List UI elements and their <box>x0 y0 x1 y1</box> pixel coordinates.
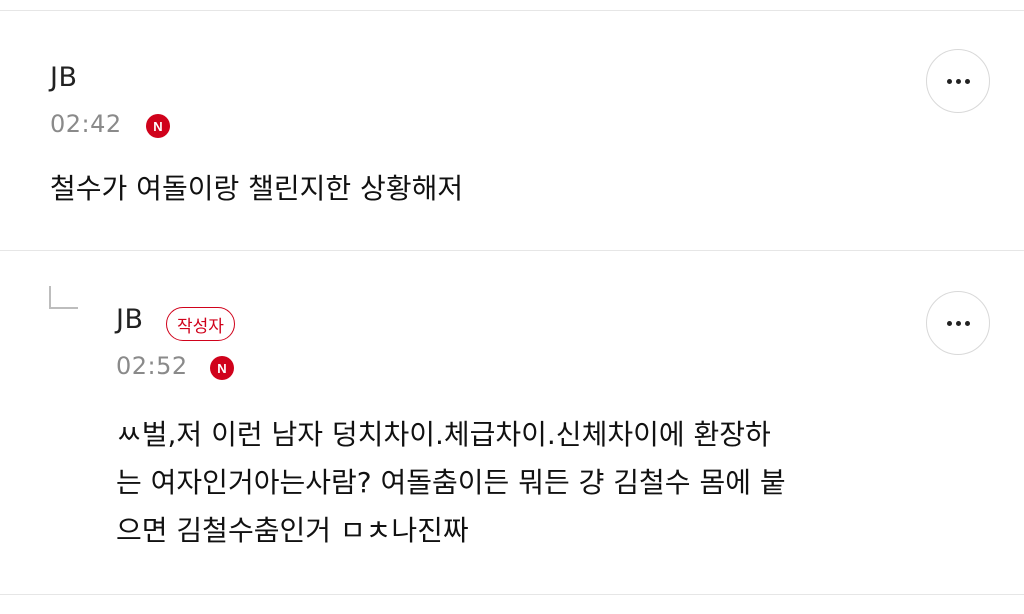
comment-text-line: 으면 김철수춤인거 ㅁㅊ나진짜 <box>116 514 469 547</box>
comment-divider <box>0 250 1024 251</box>
comment-text: 철수가 여돌이랑 챌린지한 상황해저 <box>50 172 464 205</box>
more-options-button[interactable] <box>926 291 990 355</box>
comment-time: 02:52 <box>116 352 188 380</box>
more-horizontal-icon <box>946 78 970 84</box>
comment-text-line: ㅆ벌,저 이런 남자 덩치차이.체급차이.신체차이에 환장하 <box>116 418 771 451</box>
more-horizontal-icon <box>946 320 970 326</box>
comment-time: 02:42 <box>50 110 122 138</box>
top-divider <box>0 10 1024 11</box>
more-options-button[interactable] <box>926 49 990 113</box>
comment-author[interactable]: JB <box>50 62 78 93</box>
writer-badge: 작성자 <box>166 307 235 341</box>
bottom-divider <box>0 594 1024 595</box>
new-badge: N <box>210 356 234 380</box>
comment-author[interactable]: JB <box>116 304 144 335</box>
reply-arrow-icon <box>49 286 78 309</box>
comment-text-line: 는 여자인거아는사람? 여돌춤이든 뭐든 걍 김철수 몸에 붙 <box>116 466 786 499</box>
new-badge: N <box>146 114 170 138</box>
